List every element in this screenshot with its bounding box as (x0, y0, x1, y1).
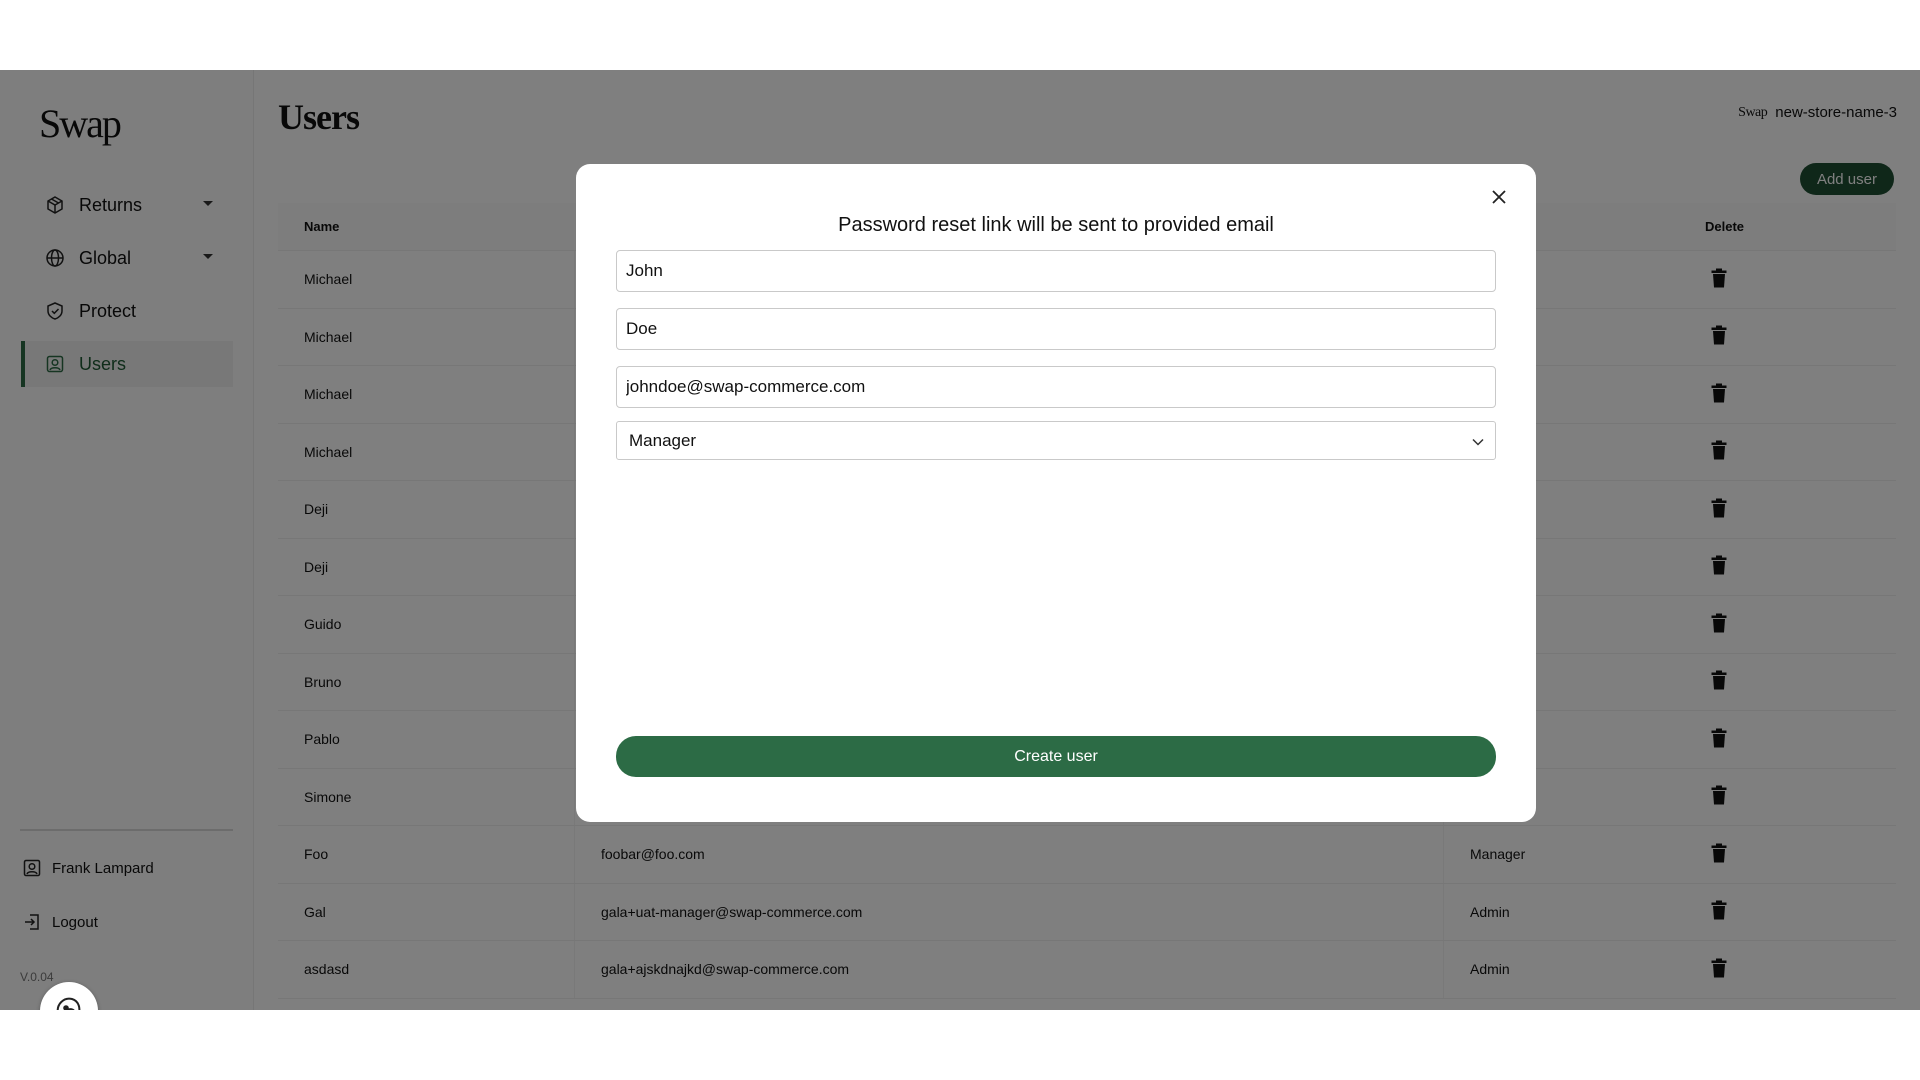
app-window: Swap Returns Global Protect Use (0, 70, 1920, 1010)
first-name-field[interactable] (616, 250, 1496, 292)
create-user-button[interactable]: Create user (616, 736, 1496, 777)
chat-avatar-icon (52, 992, 86, 1010)
modal-title: Password reset link will be sent to prov… (838, 214, 1274, 236)
create-user-modal: Password reset link will be sent to prov… (576, 164, 1536, 822)
role-select-value: Manager (629, 430, 697, 450)
close-icon[interactable] (1489, 187, 1509, 207)
chevron-down-icon (1471, 434, 1485, 448)
last-name-field[interactable] (616, 308, 1496, 350)
email-field[interactable] (616, 366, 1496, 408)
role-select[interactable]: Manager (616, 421, 1496, 460)
